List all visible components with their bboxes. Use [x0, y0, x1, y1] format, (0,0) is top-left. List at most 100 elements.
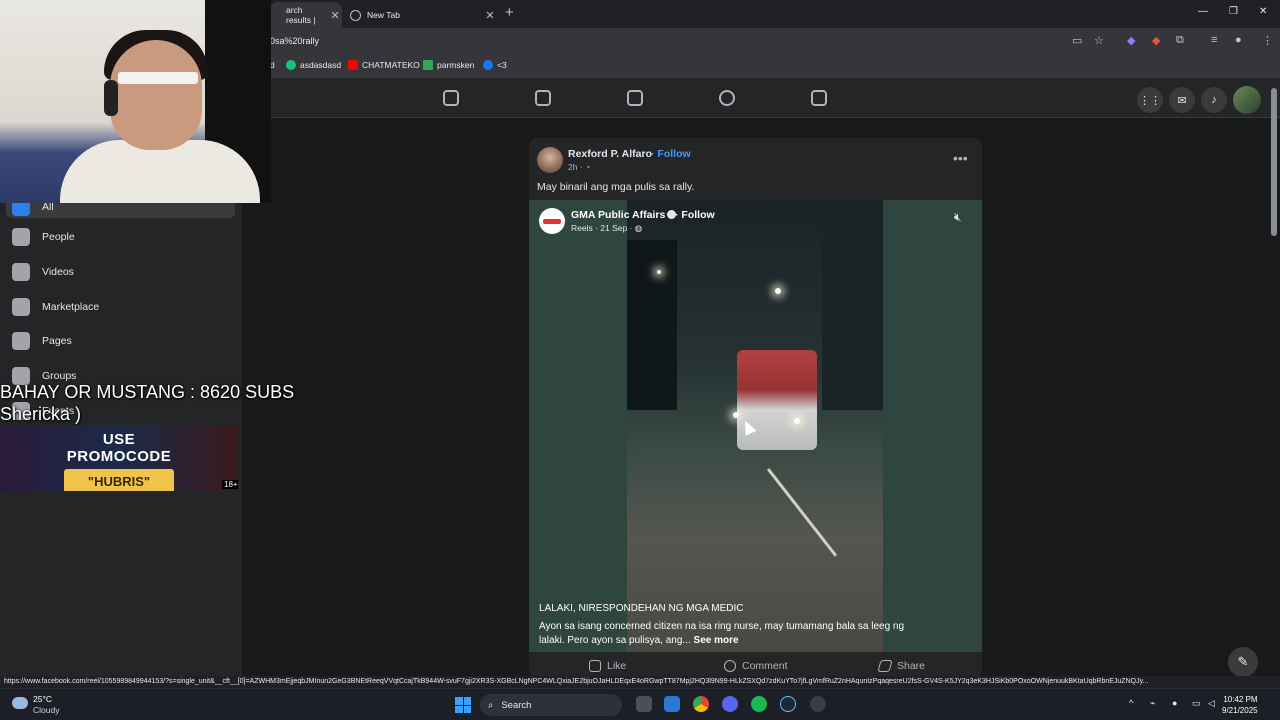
gma-logo[interactable]	[539, 208, 565, 234]
reel-description: Ayon sa isang concerned citizen na isa r…	[539, 621, 905, 646]
video-building	[627, 240, 677, 410]
account-avatar[interactable]	[1233, 86, 1261, 114]
facebook-icon	[483, 60, 493, 70]
display-icon[interactable]: ▭	[1192, 698, 1201, 709]
video-building	[822, 210, 883, 410]
share-button[interactable]: Share	[877, 660, 925, 672]
taskbar-search[interactable]: ⌕ Search	[480, 694, 622, 716]
stream-goal-text: BAHAY OR MUSTANG : 8620 SUBS	[0, 382, 295, 402]
globe-icon: ◍	[634, 223, 643, 233]
minimize-button[interactable]: —	[1198, 6, 1208, 17]
new-message-icon[interactable]: ✎	[1228, 647, 1258, 677]
video-headlight	[733, 412, 739, 418]
reel-follow-button[interactable]: · Follow	[675, 209, 715, 221]
promo-content: USE PROMOCODE "HUBRIS"	[60, 429, 178, 491]
chevron-up-icon[interactable]: ^	[1129, 698, 1133, 708]
extension-icon[interactable]: ◆	[1152, 34, 1160, 47]
like-button[interactable]: Like	[589, 660, 626, 672]
new-tab-button[interactable]: +	[505, 4, 514, 21]
shared-reel[interactable]: GMA Public Affairs · Follow Reels · 21 S…	[529, 200, 982, 652]
webcam-overlay	[0, 0, 271, 203]
bookmark-item[interactable]: parmsken	[423, 60, 474, 70]
system-clock[interactable]: 10:42 PM 9/21/2025	[1222, 694, 1258, 716]
bookmark-item[interactable]: <3	[483, 60, 507, 70]
tab-search-icon[interactable]: ≡	[1211, 34, 1217, 46]
bookmark-star-icon[interactable]: ☆	[1094, 34, 1104, 47]
link-status-bar: https://www.facebook.com/reel/1055989849…	[0, 676, 1280, 688]
marketplace-icon[interactable]	[627, 90, 643, 106]
people-icon	[12, 228, 30, 246]
bookmark-item[interactable]: CHATMATEKO	[348, 60, 420, 70]
tab-label: arch results |	[286, 5, 316, 25]
cast-icon[interactable]: ▭	[1072, 34, 1082, 47]
menu-grid-icon[interactable]: ⋮⋮	[1137, 87, 1163, 113]
sidebar-item-marketplace[interactable]: Marketplace	[12, 298, 99, 316]
task-view-icon[interactable]	[636, 696, 652, 712]
stream-alert-text: Shericka )	[0, 404, 82, 424]
marketplace-icon	[12, 298, 30, 316]
video-icon	[12, 263, 30, 281]
post-text: May binaril ang mga pulis sa rally.	[537, 181, 695, 193]
reel-meta: Reels · 21 Sep · ◍	[571, 223, 643, 233]
reel-headline: LALAKI, NIRESPONDEHAN NG MGA MEDIC	[539, 603, 744, 614]
flag-icon	[12, 332, 30, 350]
discord-icon[interactable]	[722, 696, 738, 712]
video-light	[657, 270, 661, 274]
cloud-icon[interactable]	[12, 697, 28, 709]
steam-icon[interactable]	[780, 696, 796, 712]
messenger-icon[interactable]: ✉	[1169, 87, 1195, 113]
page-scrollbar[interactable]	[1271, 88, 1277, 236]
author-name[interactable]: Rexford P. Alfaro	[568, 148, 652, 160]
extension-icon[interactable]: ◆	[1127, 34, 1135, 47]
chrome-icon[interactable]	[693, 696, 709, 712]
sheets-icon	[423, 60, 433, 70]
tab-new-tab[interactable]: New Tab ✕	[344, 2, 498, 28]
more-options-icon[interactable]: •••	[953, 150, 968, 166]
home-icon[interactable]	[443, 90, 459, 106]
webcam-person	[110, 40, 202, 150]
mute-icon[interactable]: 🔇︎	[954, 210, 962, 225]
microphone-icon[interactable]: ●	[1172, 698, 1177, 708]
video-lane-marking	[767, 468, 838, 557]
tab-search-results[interactable]: arch results | ✕	[270, 2, 342, 28]
screen: arch results | ✕ New Tab ✕ + — ❐ ✕ 0sa%2…	[0, 0, 1280, 720]
promo-code: "HUBRIS"	[64, 469, 174, 491]
see-more-link[interactable]: See more	[694, 635, 739, 646]
gaming-icon[interactable]	[811, 90, 827, 106]
weather-condition[interactable]: Cloudy	[33, 705, 59, 715]
video-headlight	[794, 418, 800, 424]
bookmark-item[interactable]: asdasdasd	[286, 60, 341, 70]
reel-video[interactable]	[627, 200, 883, 652]
weather-temperature[interactable]: 25°C	[33, 694, 52, 704]
volume-icon[interactable]: ◁	[1208, 698, 1215, 709]
follow-button[interactable]: · Follow	[651, 148, 691, 160]
notifications-bell-icon[interactable]: ♪	[1201, 87, 1227, 113]
store-icon[interactable]	[664, 696, 680, 712]
windows-start-icon[interactable]	[455, 697, 471, 713]
restore-button[interactable]: ❐	[1229, 6, 1238, 17]
sidebar-item-people[interactable]: People	[12, 228, 75, 246]
url-field[interactable]: 0sa%20rally	[270, 36, 319, 46]
app-icon[interactable]	[810, 696, 826, 712]
friends-icon: ◔	[585, 162, 591, 172]
post-timestamp[interactable]: 2h · ◔	[568, 162, 590, 172]
reel-page-name[interactable]: GMA Public Affairs	[571, 209, 677, 221]
profile-icon[interactable]: ●	[1235, 34, 1242, 46]
spotify-icon[interactable]	[751, 696, 767, 712]
extensions-puzzle-icon[interactable]: ⧉	[1176, 34, 1184, 47]
video-ambulance	[737, 350, 817, 450]
video-icon[interactable]	[535, 90, 551, 106]
promo-banner: USE PROMOCODE "HUBRIS" 18+	[0, 425, 238, 491]
groups-icon[interactable]	[719, 90, 735, 106]
menu-kebab-icon[interactable]: ⋮	[1262, 34, 1273, 47]
author-avatar[interactable]	[537, 147, 563, 173]
sidebar-item-pages[interactable]: Pages	[12, 332, 72, 350]
youtube-icon	[348, 60, 358, 70]
network-icon[interactable]: ⌁	[1150, 698, 1155, 709]
sidebar-item-videos[interactable]: Videos	[12, 263, 74, 281]
close-tab-icon[interactable]: ✕	[328, 9, 342, 22]
close-tab-icon[interactable]: ✕	[482, 9, 498, 22]
comment-button[interactable]: Comment	[724, 660, 788, 672]
close-window-button[interactable]: ✕	[1259, 6, 1267, 17]
share-arrow-icon	[877, 660, 893, 672]
